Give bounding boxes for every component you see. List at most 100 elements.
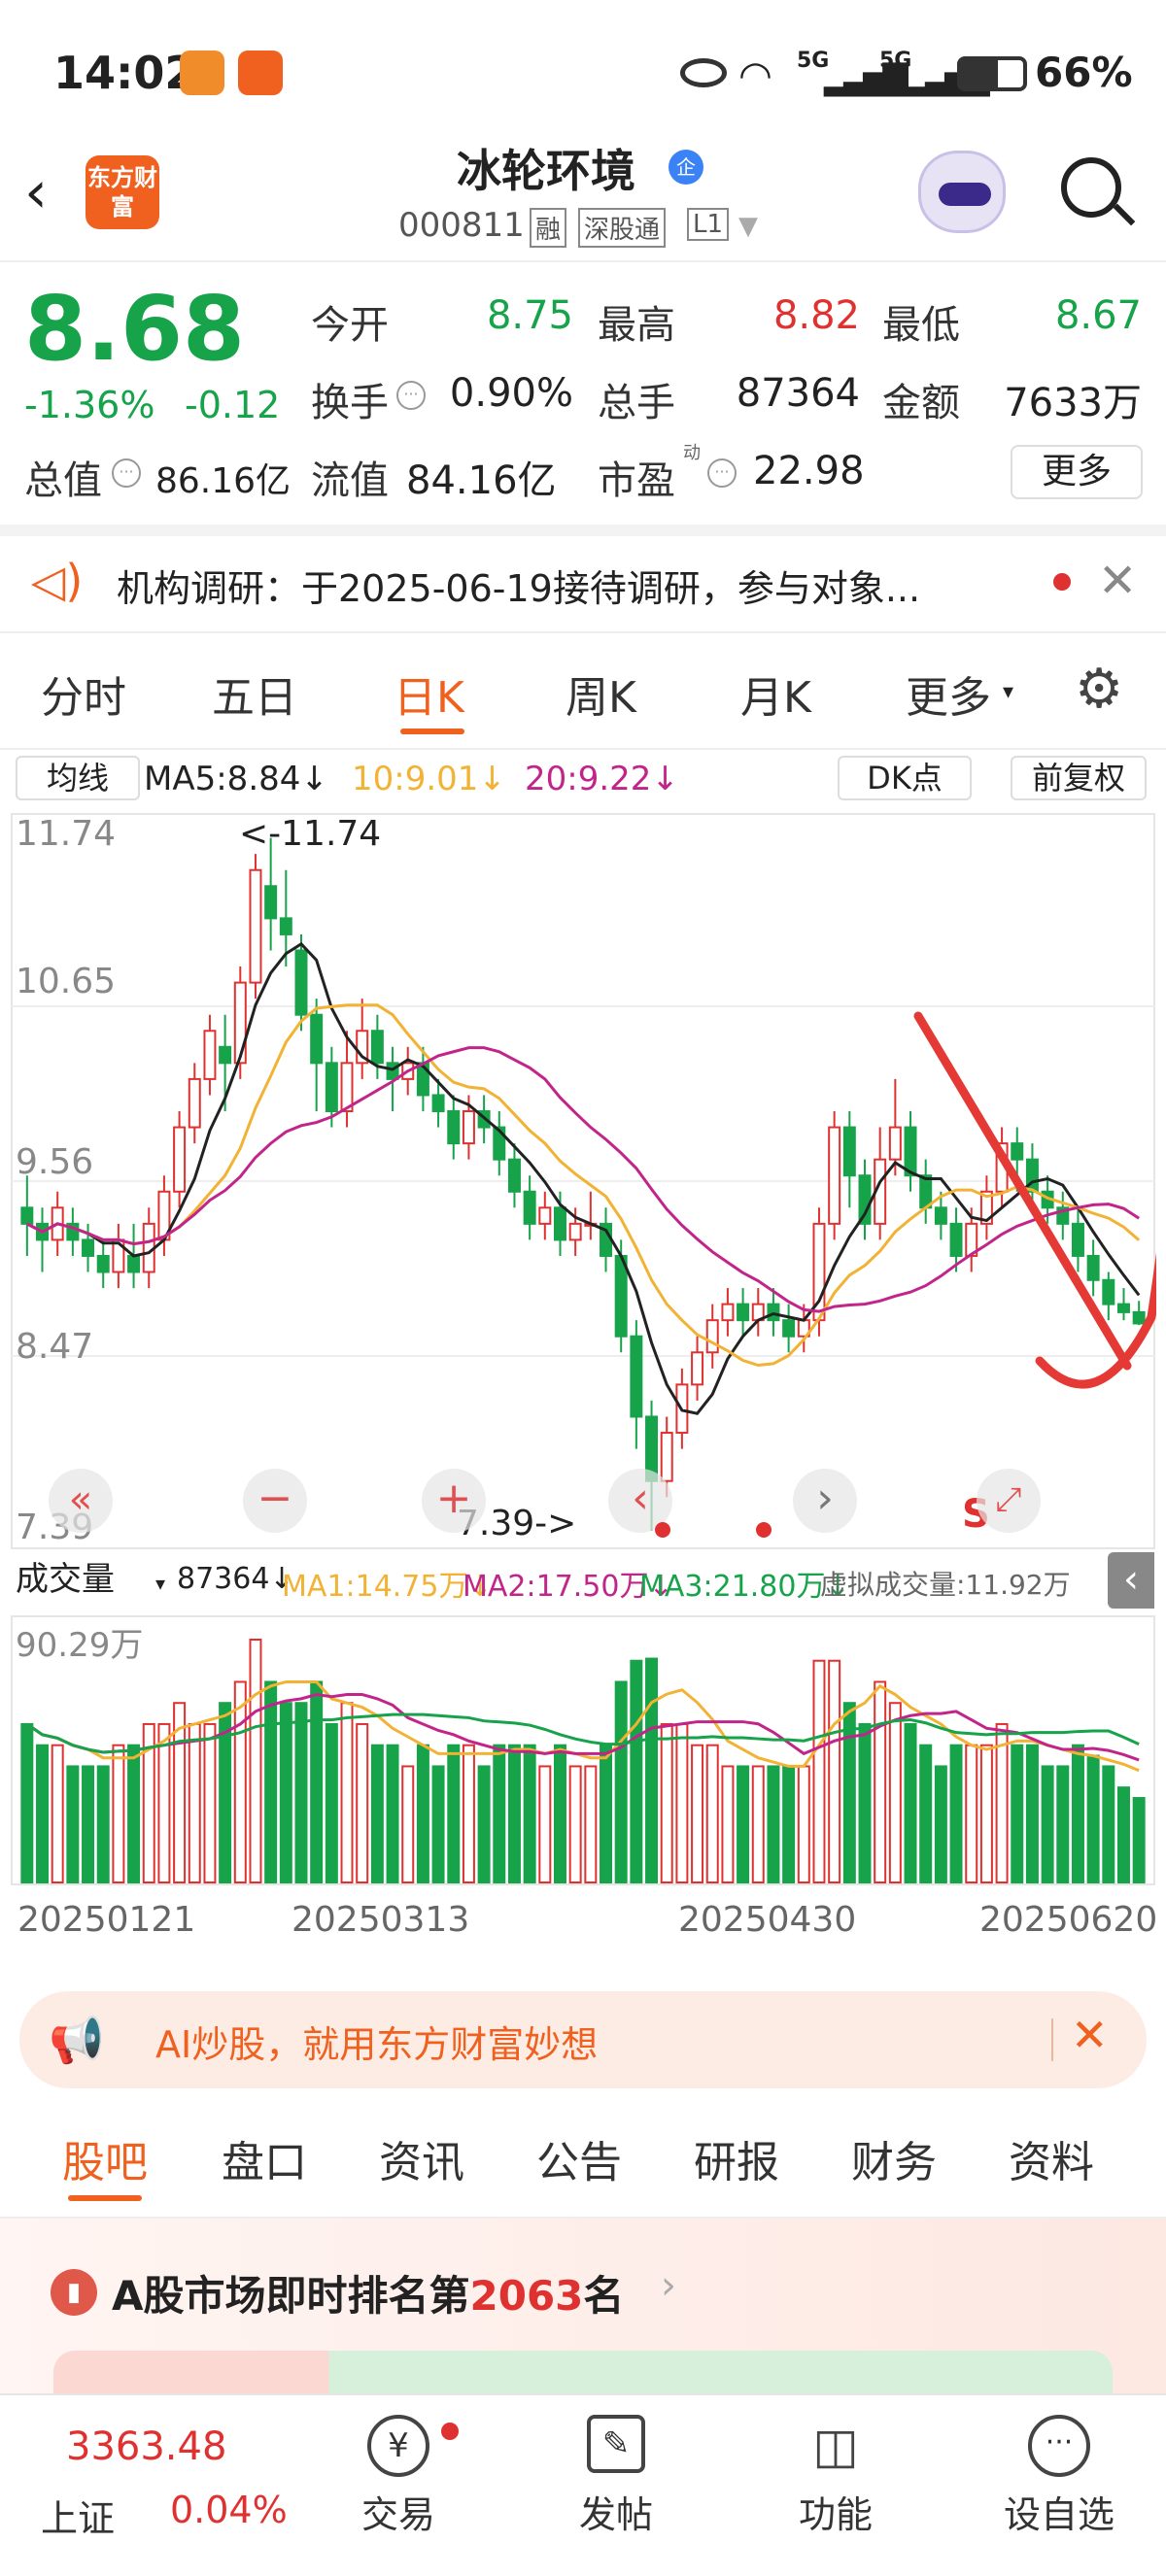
info-icon[interactable]: ··· (112, 458, 141, 488)
candle-body (1011, 1142, 1024, 1161)
tab-forum[interactable]: 股吧 (62, 2127, 148, 2189)
date-label: 20250121 (17, 1900, 196, 1940)
tab-announcements[interactable]: 公告 (536, 2127, 622, 2189)
collapse-panel-icon[interactable]: ‹ (1108, 1552, 1154, 1609)
expand-icon[interactable]: ⤢ (977, 1469, 1041, 1533)
volume-indicator-button[interactable]: 成交量 (16, 1558, 171, 1603)
status-bar: 14:02 ◠ 5G ▂▃▅▇ 5G ▂▃▅▇ 66% (0, 0, 1166, 146)
volume-bar (767, 1765, 780, 1883)
index-pct[interactable]: 0.04% (170, 2489, 288, 2531)
price-axis-label: 8.47 (16, 1327, 94, 1367)
tab-weekly-k[interactable]: 周K (566, 662, 636, 725)
volume-bar (554, 1744, 566, 1883)
high-annotation: <-11.74 (239, 814, 382, 854)
next-icon[interactable]: › (793, 1469, 857, 1533)
candle-body (1117, 1303, 1130, 1313)
battery-icon (957, 56, 1027, 91)
back-icon[interactable]: ‹ (24, 163, 73, 221)
volume-bar (294, 1702, 308, 1883)
search-icon[interactable] (1061, 157, 1121, 218)
candle-body (1086, 1254, 1100, 1281)
rank-text: A股市场即时排名第2063名 (112, 2263, 624, 2322)
candle-body (173, 1126, 187, 1193)
candle-body (20, 1206, 34, 1225)
candle-body (767, 1303, 780, 1322)
volume-chart[interactable]: 90.29万 (10, 1614, 1156, 1886)
ma5-legend: MA5:8.84↓ (144, 760, 328, 798)
tab-orderbook[interactable]: 盘口 (222, 2127, 307, 2189)
volume-bar (782, 1765, 796, 1883)
turnover-value: 0.90% (449, 371, 573, 416)
zoom-in-icon[interactable]: + (422, 1469, 486, 1533)
subtab-indicator (68, 2195, 142, 2201)
rank-card[interactable]: ▮ A股市场即时排名第2063名 › (0, 2219, 1166, 2393)
marker-dot (655, 1522, 670, 1538)
candle-body (370, 1030, 384, 1065)
close-icon[interactable]: ✕ (1071, 2009, 1109, 2061)
volume-bar (1056, 1765, 1070, 1883)
functions-button[interactable]: ◫ 功能 (777, 2415, 894, 2538)
tab-daily-k[interactable]: 日K (394, 662, 464, 725)
rank-number: 2063 (469, 2272, 584, 2320)
volume-bar (370, 1744, 384, 1883)
close-icon[interactable]: ✕ (1098, 554, 1137, 608)
ai-ad-banner[interactable]: 📢 AI炒股，就用东方财富妙想 ✕ (19, 1991, 1147, 2088)
float-label: 流值 (311, 458, 389, 503)
more-button[interactable]: 更多 (1011, 445, 1143, 499)
trade-button[interactable]: ¥ 交易 (340, 2415, 457, 2538)
volume-bar (325, 1722, 338, 1883)
volume-bar (979, 1744, 993, 1883)
info-icon[interactable]: ··· (707, 458, 737, 488)
tab-research[interactable]: 研报 (694, 2127, 779, 2189)
tab-five-day[interactable]: 五日 (212, 662, 297, 725)
pe-superscript: 动 (683, 443, 701, 463)
kline-chart[interactable]: 11.74 10.65 9.56 8.47 7.39 <-11.74 7.39-… (10, 812, 1156, 1550)
tab-financials[interactable]: 财务 (851, 2127, 937, 2189)
amount-label: 金额 (882, 381, 960, 425)
volume-bar (645, 1657, 659, 1883)
index-value[interactable]: 3363.48 (66, 2424, 226, 2469)
volume-legend: 87364↓ (177, 1562, 294, 1596)
zoom-out-icon[interactable]: − (243, 1469, 307, 1533)
candle-body (630, 1335, 643, 1418)
volume-bar (705, 1744, 719, 1883)
adjust-button[interactable]: 前复权 (1011, 756, 1147, 800)
volume-bar (1071, 1744, 1084, 1883)
tab-more[interactable]: 更多 (906, 662, 991, 725)
add-watchlist-button[interactable]: ··· 设自选 (991, 2415, 1127, 2538)
tab-news[interactable]: 资讯 (379, 2127, 464, 2189)
volume-bar (797, 1765, 810, 1883)
ma-button[interactable]: 均线 (16, 756, 140, 800)
price-axis-label: 11.74 (16, 814, 117, 854)
volume-bar (96, 1765, 110, 1883)
chevron-down-icon[interactable]: ▼ (738, 212, 758, 241)
volume-bar (157, 1722, 171, 1883)
app-notification-icon-2 (238, 51, 283, 95)
tab-intraday[interactable]: 分时 (41, 662, 126, 725)
price-axis-label: 9.56 (16, 1142, 94, 1182)
virtual-volume-legend: 虚拟成交量:11.92万 (820, 1569, 1071, 1601)
candle-body (1102, 1278, 1115, 1305)
volume-bar (264, 1680, 278, 1884)
scroll-left-fast-icon[interactable]: « (49, 1469, 113, 1533)
volume-bar (36, 1744, 49, 1883)
dk-button[interactable]: DK点 (838, 756, 972, 800)
volume-bar (1102, 1765, 1115, 1883)
post-button[interactable]: ✎ 发帖 (558, 2415, 674, 2538)
gear-icon[interactable]: ⚙ (1075, 661, 1123, 719)
candle-body (949, 1222, 963, 1257)
robot-assistant-icon[interactable] (918, 151, 1006, 233)
eastmoney-logo[interactable]: 东方财富 (86, 155, 159, 229)
candle-body (721, 1303, 735, 1322)
candle-body (82, 1238, 95, 1257)
volume-bar (660, 1722, 673, 1883)
post-label: 发帖 (578, 2493, 653, 2536)
index-name[interactable]: 上证 (41, 2489, 115, 2542)
volume-bar (691, 1744, 704, 1883)
pe-value: 22.98 (753, 449, 865, 493)
tab-monthly-k[interactable]: 月K (740, 662, 811, 725)
chart-icon: ▮ (51, 2269, 97, 2316)
tab-profile[interactable]: 资料 (1009, 2127, 1094, 2189)
info-icon[interactable]: ··· (396, 381, 426, 410)
volume-bar (112, 1744, 125, 1883)
